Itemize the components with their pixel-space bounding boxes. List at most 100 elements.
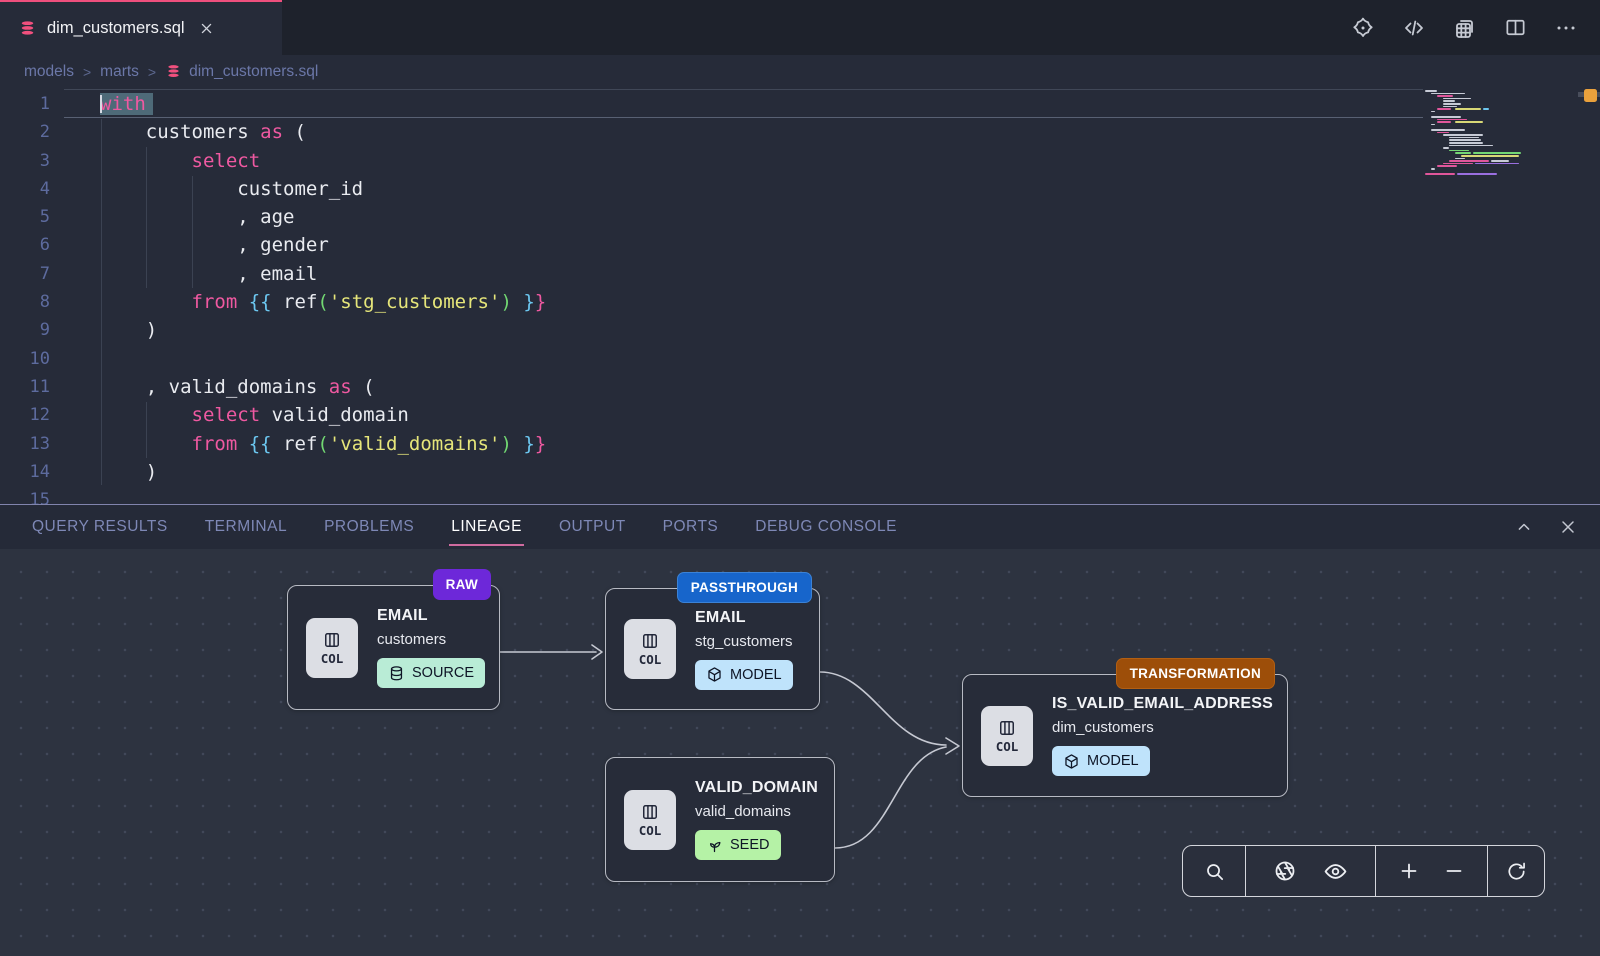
code-line: 6 , gender	[0, 231, 546, 259]
line-number: 10	[0, 345, 64, 373]
code-text: customer_id	[64, 175, 363, 203]
panel-tab-ports[interactable]: PORTS	[663, 518, 719, 536]
zoom-out-button[interactable]	[1442, 859, 1466, 883]
panel-tab-output[interactable]: OUTPUT	[559, 518, 626, 536]
minimap-line	[1449, 145, 1493, 147]
column-chip-label: COL	[321, 651, 344, 666]
query-results-icon[interactable]	[1453, 16, 1477, 40]
lineage-canvas[interactable]: COLEMAILcustomersSOURCERAWCOLEMAILstg_cu…	[0, 549, 1600, 956]
columns-icon	[997, 718, 1017, 738]
panel-tab-terminal[interactable]: TERMINAL	[205, 518, 287, 536]
minimap-line	[1425, 173, 1455, 175]
node-type-badge-source: SOURCE	[377, 658, 485, 688]
lineage-node-valid_domains[interactable]: COLVALID_DOMAINvalid_domainsSEED	[605, 757, 835, 882]
panel-tab-problems[interactable]: PROBLEMS	[324, 518, 414, 536]
breadcrumb-item-file[interactable]: dim_customers.sql	[165, 63, 318, 81]
code-text: from {{ ref('stg_customers') }}	[64, 288, 546, 316]
minimap-line	[1457, 173, 1497, 175]
minimap-line	[1449, 150, 1469, 152]
code-line: 13 from {{ ref('valid_domains') }}	[0, 430, 546, 458]
minimap-line	[1443, 98, 1471, 100]
database-file-icon	[18, 19, 37, 38]
code-line: 11 , valid_domains as (	[0, 373, 546, 401]
minimap-line	[1449, 139, 1481, 141]
zoom-in-button[interactable]	[1397, 859, 1421, 883]
node-column-name: IS_VALID_EMAIL_ADDRESS	[1052, 695, 1273, 713]
line-number: 14	[0, 458, 64, 486]
close-icon[interactable]	[1558, 517, 1578, 537]
minimap-line	[1443, 103, 1461, 105]
minimap-line	[1455, 152, 1471, 154]
chevron-up-icon[interactable]	[1514, 517, 1534, 537]
node-model-name: dim_customers	[1052, 719, 1273, 736]
minimap-line	[1431, 129, 1465, 131]
editor-actions	[1351, 0, 1600, 55]
columns-icon	[640, 802, 660, 822]
aperture-button[interactable]	[1273, 859, 1297, 883]
refresh-button[interactable]	[1505, 860, 1528, 883]
cube-icon	[706, 666, 723, 683]
code-icon[interactable]	[1402, 16, 1426, 40]
text-cursor	[100, 95, 102, 113]
toolbar-segment	[1245, 846, 1375, 896]
line-number: 9	[0, 316, 64, 344]
node-type-badge-model: MODEL	[695, 660, 793, 690]
minimap-line	[1437, 132, 1449, 134]
selection-highlight: with	[100, 93, 153, 115]
lineage-toolbar	[1182, 845, 1545, 897]
minimap-line	[1437, 165, 1457, 167]
code-line: 15	[0, 486, 546, 504]
more-actions-icon[interactable]	[1554, 16, 1578, 40]
lineage-node-dim_customers[interactable]: COL IS_VALID_EMAIL_ADDRESS dim_customers MO…	[962, 674, 1288, 797]
line-number: 13	[0, 430, 64, 458]
code-line: 9 )	[0, 316, 546, 344]
panel-tabs: QUERY RESULTS TERMINAL PROBLEMS LINEAGE OUTP…	[0, 518, 897, 536]
column-chip-label: COL	[639, 652, 662, 667]
code-text: select valid_domain	[64, 401, 409, 429]
eye-button[interactable]	[1323, 859, 1348, 884]
node-type-label: MODEL	[1087, 753, 1139, 769]
minimap-line	[1443, 147, 1449, 149]
node-type-label: SOURCE	[412, 665, 474, 681]
code-line: 8 from {{ ref('stg_customers') }}	[0, 288, 546, 316]
node-type-label: MODEL	[730, 667, 782, 683]
code-text: with	[64, 90, 153, 118]
code-line: 10	[0, 345, 546, 373]
breadcrumb-separator: >	[83, 64, 91, 80]
line-number: 12	[0, 401, 64, 429]
column-chip: COL	[981, 706, 1033, 766]
code-text: , gender	[64, 231, 329, 259]
search-button[interactable]	[1203, 860, 1226, 883]
toolbar-segment	[1183, 846, 1245, 896]
editor-tab[interactable]: dim_customers.sql	[0, 0, 282, 55]
code-editor[interactable]: 1with2 customers as (3 select4 customer_…	[0, 88, 1600, 504]
node-model-name: stg_customers	[695, 633, 793, 650]
node-type-label: SEED	[730, 837, 770, 853]
node-column-name: EMAIL	[377, 607, 485, 625]
code-text	[64, 345, 100, 373]
minimap-line	[1449, 137, 1479, 139]
minimap[interactable]	[1425, 88, 1543, 208]
minimap-line	[1455, 158, 1465, 160]
minimap-line	[1475, 163, 1519, 165]
minimap-line	[1443, 163, 1473, 165]
breadcrumb-item-marts[interactable]: marts	[100, 63, 139, 81]
panel-tab-lineage[interactable]: LINEAGE	[451, 518, 522, 536]
columns-icon	[322, 630, 342, 650]
panel-tab-debug-console[interactable]: DEBUG CONSOLE	[755, 518, 897, 536]
code-line: 3 select	[0, 147, 546, 175]
code-line: 1with	[0, 90, 546, 118]
code-lines: 1with2 customers as (3 select4 customer_…	[0, 90, 546, 504]
breadcrumb-item-models[interactable]: models	[24, 63, 74, 81]
split-editor-icon[interactable]	[1504, 16, 1527, 39]
toolbar-segment	[1375, 846, 1487, 896]
lineage-node-stg_customers[interactable]: COLEMAILstg_customersMODELPASSTHROUGH	[605, 588, 820, 710]
line-number: 15	[0, 486, 64, 504]
tab-close-icon[interactable]	[199, 21, 214, 36]
dbt-icon[interactable]	[1351, 16, 1375, 40]
tab-title: dim_customers.sql	[47, 19, 185, 38]
code-text: customers as (	[64, 118, 306, 146]
panel-tab-query-results[interactable]: QUERY RESULTS	[32, 518, 168, 536]
lineage-node-customers[interactable]: COLEMAILcustomersSOURCERAW	[287, 585, 500, 710]
code-text: )	[64, 316, 157, 344]
